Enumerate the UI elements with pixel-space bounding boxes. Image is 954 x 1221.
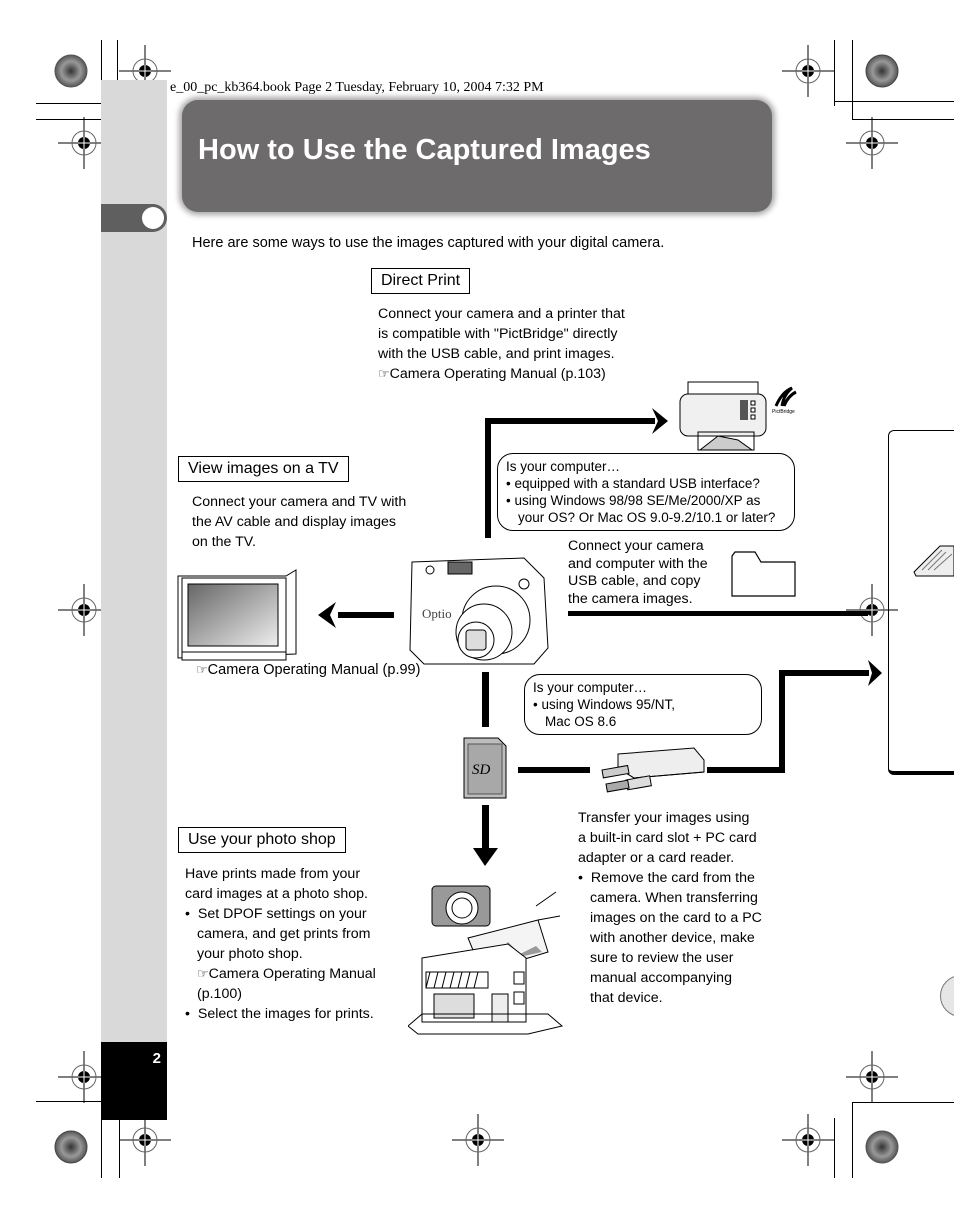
registration-target-icon bbox=[118, 1113, 172, 1167]
reference-hand-icon: ☞ bbox=[196, 662, 208, 677]
card-transfer-description: Transfer your images using a built-in ca… bbox=[578, 808, 762, 1008]
color-rosette-icon bbox=[865, 1130, 899, 1164]
text-line: Transfer your images using bbox=[578, 810, 750, 826]
registration-target-icon bbox=[845, 1050, 899, 1104]
text-line: Connect your camera and TV with bbox=[192, 494, 407, 510]
text-line: on the TV. bbox=[192, 534, 256, 550]
text-line: and computer with the bbox=[568, 555, 708, 572]
printer-icon: PictBridge bbox=[679, 381, 797, 451]
text-line: Connect your camera and a printer that bbox=[378, 306, 625, 322]
registration-target-icon bbox=[781, 44, 835, 98]
intro-text: Here are some ways to use the images cap… bbox=[192, 235, 665, 251]
text-line: with the USB cable, and print images. bbox=[378, 346, 615, 362]
card-reader-icon bbox=[601, 747, 705, 793]
text-line: manual accompanying bbox=[590, 970, 732, 986]
computer-panel bbox=[888, 430, 954, 775]
reference-hand-icon: ☞ bbox=[378, 366, 390, 381]
pictbridge-logo-icon bbox=[774, 386, 797, 407]
bubble-continuation: your OS? Or Mac OS 9.0-9.2/10.1 or later… bbox=[518, 510, 776, 525]
text-line: is compatible with "PictBridge" directly bbox=[378, 326, 618, 342]
photo-shop-icon bbox=[408, 885, 564, 1035]
text-line: that device. bbox=[590, 990, 663, 1006]
bubble-bullet: • using Windows 95/NT, bbox=[533, 697, 676, 712]
text-line: the AV cable and display images bbox=[192, 514, 397, 530]
color-rosette-icon bbox=[54, 54, 88, 88]
text-line: adapter or a card reader. bbox=[578, 850, 735, 866]
text-line: Connect your camera bbox=[568, 538, 704, 554]
text-line: USB cable, and copy bbox=[568, 573, 701, 589]
chapter-tab bbox=[101, 204, 167, 232]
direct-print-label: Direct Print bbox=[371, 268, 471, 294]
tv-reference: ☞Camera Operating Manual (p.99) bbox=[196, 660, 420, 680]
camera-brand-label: Optio bbox=[422, 606, 452, 621]
sd-card-label: SD bbox=[472, 762, 491, 778]
folder-icon bbox=[731, 551, 796, 597]
usb-requirements-bubble: Is your computer… • equipped with a stan… bbox=[497, 453, 795, 531]
page-number: 2 bbox=[152, 1050, 161, 1067]
text-line: a built-in card slot + PC card bbox=[578, 830, 757, 846]
text-line: with another device, make bbox=[590, 930, 755, 946]
registration-target-icon bbox=[451, 1113, 505, 1167]
text-line: sure to review the user bbox=[590, 950, 734, 966]
svg-text:PictBridge: PictBridge bbox=[772, 409, 795, 415]
direct-print-reference: ☞Camera Operating Manual (p.103) bbox=[378, 364, 625, 384]
bubble-heading: Is your computer… bbox=[506, 459, 621, 474]
page-title: How to Use the Captured Images bbox=[198, 134, 651, 166]
reference-text: Camera Operating Manual (p.103) bbox=[389, 366, 606, 382]
bubble-heading: Is your computer… bbox=[533, 680, 648, 695]
camera-icon: Optio bbox=[409, 557, 549, 665]
card-reader-requirements-bubble: Is your computer… • using Windows 95/NT,… bbox=[524, 674, 762, 735]
bubble-bullet: • equipped with a standard USB interface… bbox=[506, 476, 760, 491]
reference-hand-icon: ☞ bbox=[197, 966, 209, 981]
bullet-item: • Remove the card from the bbox=[578, 870, 755, 886]
color-rosette-icon bbox=[54, 1130, 88, 1164]
photo-shop-description: Have prints made from your card images a… bbox=[185, 864, 376, 1024]
bullet-item: • Set DPOF settings on your bbox=[185, 906, 367, 922]
print-header: e_00_pc_kb364.book Page 2 Tuesday, Febru… bbox=[170, 80, 544, 95]
photo-shop-reference: ☞Camera Operating Manual bbox=[185, 964, 376, 984]
chapter-tab-dot-icon bbox=[142, 207, 164, 229]
tv-icon bbox=[177, 569, 297, 661]
color-rosette-icon bbox=[865, 54, 899, 88]
tv-description: Connect your camera and TV with the AV c… bbox=[192, 492, 406, 552]
reference-text: Camera Operating Manual bbox=[208, 966, 376, 982]
reference-text: Camera Operating Manual (p.99) bbox=[207, 662, 421, 678]
bubble-bullet: • using Windows 98/98 SE/Me/2000/XP as bbox=[506, 493, 761, 508]
registration-target-icon bbox=[781, 1113, 835, 1167]
page-number-box: 2 bbox=[101, 1042, 167, 1120]
page-sidebar bbox=[101, 80, 167, 1120]
keyboard-icon bbox=[913, 545, 954, 577]
text-line: your photo shop. bbox=[197, 946, 303, 962]
photo-shop-label: Use your photo shop bbox=[178, 827, 346, 853]
sd-card-icon: SD bbox=[463, 737, 507, 799]
text-line: camera, and get prints from bbox=[197, 926, 371, 942]
text-line: card images at a photo shop. bbox=[185, 886, 368, 902]
text-line: images on the card to a PC bbox=[590, 910, 762, 926]
text-line: Have prints made from your bbox=[185, 866, 361, 882]
bullet-item: • Select the images for prints. bbox=[185, 1006, 374, 1022]
bubble-continuation: Mac OS 8.6 bbox=[545, 714, 617, 729]
usb-copy-description: Connect your camera and computer with th… bbox=[568, 538, 708, 608]
text-line: the camera images. bbox=[568, 590, 693, 607]
text-line: camera. When transferring bbox=[590, 890, 758, 906]
title-banner: How to Use the Captured Images bbox=[182, 100, 772, 212]
registration-target-icon bbox=[845, 116, 899, 170]
reference-page: (p.100) bbox=[197, 986, 242, 1002]
direct-print-description: Connect your camera and a printer that i… bbox=[378, 304, 625, 384]
tv-label: View images on a TV bbox=[178, 456, 349, 482]
